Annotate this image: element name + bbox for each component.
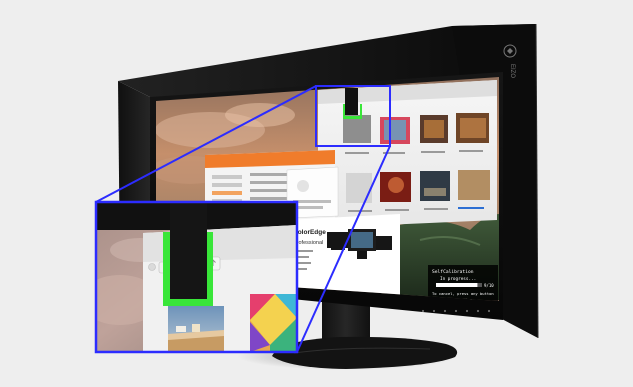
osd-title: SelfCalibration xyxy=(432,269,474,275)
osd-progress-fill xyxy=(436,283,478,287)
zoom-sensor-body xyxy=(170,202,207,299)
osd-status: In progress... xyxy=(440,276,476,282)
eizo-logo-text: EIZO xyxy=(509,64,515,78)
bezel-button[interactable] xyxy=(443,309,447,313)
bezel-button[interactable] xyxy=(465,309,469,313)
zoom-photo-thumb-beach[interactable] xyxy=(168,306,224,352)
bezel-button[interactable] xyxy=(421,309,425,313)
bezel-button[interactable] xyxy=(487,309,491,313)
osd-hint-line1: To cancel, press any button xyxy=(432,291,494,296)
photo-thumb[interactable] xyxy=(458,170,490,200)
product-photo: EIZO ColorEdge Professional SelfCalibrat… xyxy=(0,0,633,387)
photo-thumb[interactable] xyxy=(343,115,371,143)
website-window: ColorEdge Professional xyxy=(286,214,400,298)
bezel-button[interactable] xyxy=(476,309,480,313)
photo-thumb[interactable] xyxy=(346,173,372,203)
osd-progress-text: 9/10 xyxy=(484,283,494,288)
bezel-button[interactable] xyxy=(432,309,436,313)
bezel-button[interactable] xyxy=(454,309,458,313)
photo-thumb[interactable] xyxy=(420,171,450,201)
window-close-icon[interactable] xyxy=(148,263,156,271)
zoom-inset xyxy=(96,202,297,352)
zoom-photo-thumb-colorful[interactable] xyxy=(250,294,297,352)
